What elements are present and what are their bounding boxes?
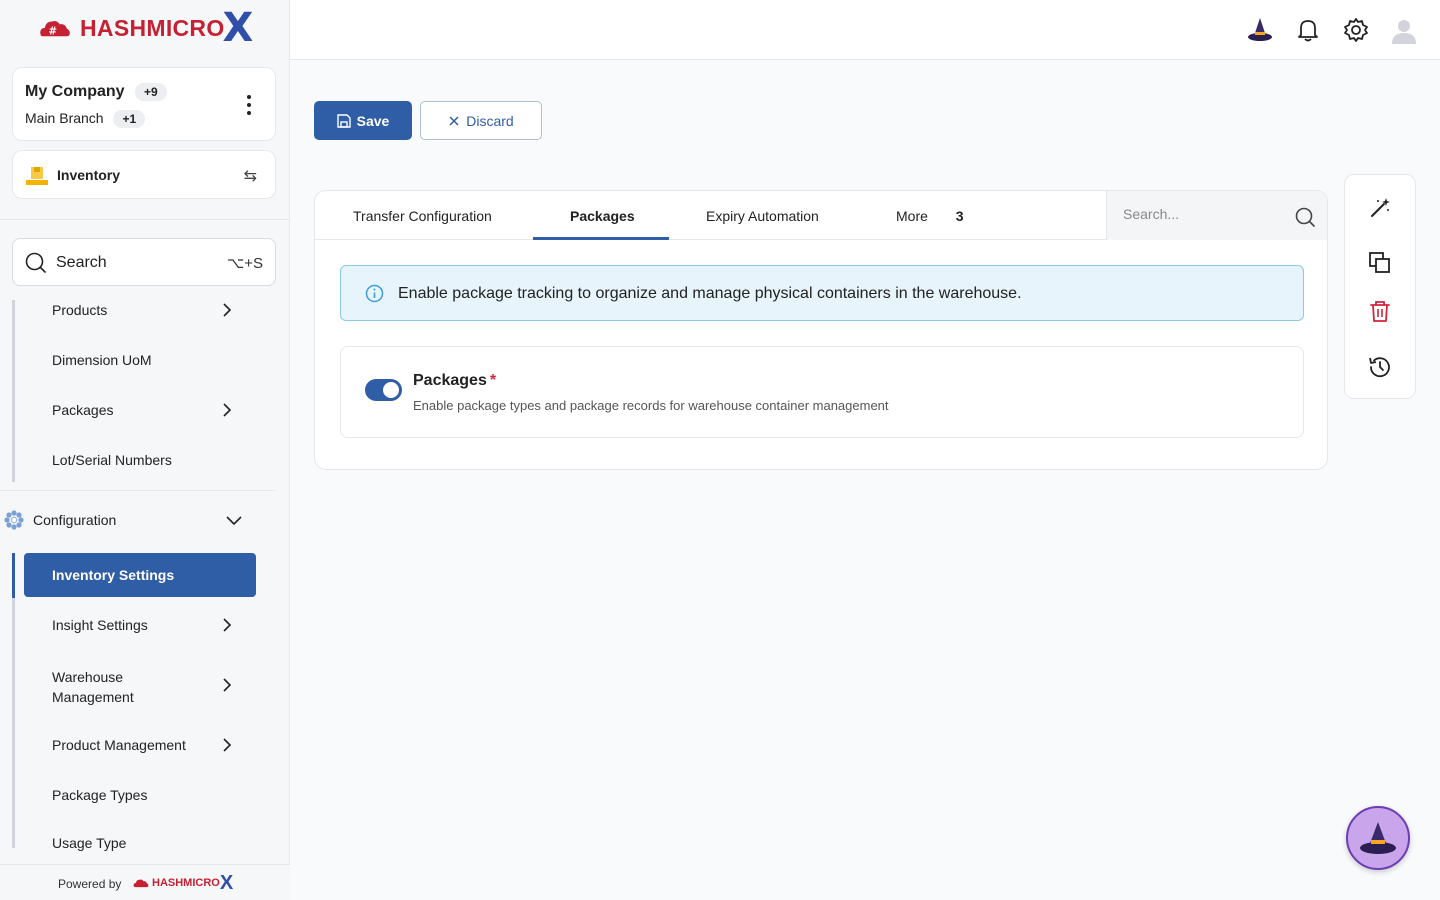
- tab-more-count: 3: [955, 208, 964, 224]
- tab-more[interactable]: More 3: [896, 208, 964, 224]
- info-banner-text: Enable package tracking to organize and …: [398, 285, 1022, 302]
- more-vertical-icon[interactable]: [247, 95, 251, 115]
- record-actions-rail: [1344, 174, 1416, 399]
- inventory-module-icon: [26, 167, 48, 185]
- tab-search-input[interactable]: [1123, 206, 1283, 222]
- module-label: Inventory: [57, 167, 121, 183]
- tab-expiry-automation[interactable]: Expiry Automation: [706, 208, 819, 224]
- warehouse-label-line1: Warehouse: [52, 669, 124, 685]
- sidebar-item-lot-serial[interactable]: Lot/Serial Numbers: [52, 452, 172, 468]
- settings-tabs: Transfer Configuration Packages Expiry A…: [315, 191, 1327, 240]
- swap-arrows-icon[interactable]: ⇆: [244, 166, 257, 186]
- wizard-hat-icon[interactable]: [1246, 16, 1274, 44]
- setting-title-row: Packages *: [413, 372, 496, 390]
- chevron-right-icon[interactable]: [220, 403, 234, 417]
- tab-packages[interactable]: Packages: [570, 208, 635, 224]
- magic-wand-icon[interactable]: [1367, 195, 1393, 221]
- bell-icon[interactable]: [1294, 16, 1322, 44]
- hashmicro-logo-icon: #: [40, 21, 70, 37]
- sidebar-search-label: Search: [56, 254, 107, 271]
- tab-search: [1106, 191, 1327, 240]
- nav-divider: [0, 490, 276, 491]
- setting-description: Enable package types and package records…: [413, 398, 889, 413]
- discard-button[interactable]: Discard: [420, 101, 542, 140]
- sidebar-item-package-types[interactable]: Package Types: [52, 787, 147, 803]
- discard-label: Discard: [466, 112, 514, 129]
- active-tab-indicator: [533, 237, 669, 240]
- sidebar-divider: [0, 219, 290, 220]
- chevron-right-icon[interactable]: [220, 678, 234, 692]
- company-name-row: My Company +9: [25, 83, 167, 101]
- brand-name: HASHMICRO: [80, 14, 225, 41]
- config-gear-icon: [4, 510, 24, 530]
- gear-icon[interactable]: [1342, 16, 1370, 44]
- company-count-badge: +9: [135, 83, 167, 101]
- company-name: My Company: [25, 83, 125, 101]
- chevron-right-icon[interactable]: [220, 303, 234, 317]
- close-icon: [449, 115, 459, 126]
- brand-x-mark: X: [222, 5, 254, 51]
- save-icon: [336, 113, 351, 128]
- tab-transfer-configuration[interactable]: Transfer Configuration: [353, 208, 492, 224]
- nav-rail-upper: [12, 300, 15, 482]
- search-icon: [25, 252, 46, 273]
- sidebar-item-warehouse-management[interactable]: Warehouse Management: [52, 667, 134, 707]
- ai-assistant-button[interactable]: [1346, 806, 1410, 870]
- setting-title: Packages: [413, 372, 487, 389]
- toggle-knob: [383, 382, 399, 398]
- required-mark: *: [489, 372, 497, 389]
- history-icon[interactable]: [1367, 354, 1393, 380]
- footer-brand-x: X: [219, 872, 234, 894]
- sidebar-item-insight-settings[interactable]: Insight Settings: [52, 617, 148, 633]
- sidebar-item-product-management[interactable]: Product Management: [52, 737, 186, 753]
- powered-by-footer: Powered by HASHMICRO X: [0, 864, 290, 900]
- packages-setting: Packages * Enable package types and packa…: [340, 346, 1304, 438]
- trash-icon[interactable]: [1367, 298, 1393, 324]
- info-icon: [365, 284, 384, 303]
- hashmicro-logo[interactable]: # HASHMICRO X: [38, 8, 253, 48]
- branch-count-badge: +1: [113, 110, 146, 129]
- sidebar-search[interactable]: Search ⌥+S: [12, 238, 276, 286]
- svg-text:#: #: [49, 26, 58, 37]
- branch-name: Main Branch: [25, 110, 104, 126]
- search-icon[interactable]: [1295, 207, 1315, 227]
- sidebar-item-usage-type[interactable]: Usage Type: [52, 835, 126, 851]
- packages-toggle[interactable]: [365, 379, 402, 401]
- info-banner: Enable package tracking to organize and …: [340, 265, 1304, 321]
- wizard-hat-icon: [1360, 822, 1396, 854]
- tab-more-label: More: [896, 208, 928, 224]
- warehouse-label-line2: Management: [52, 689, 134, 705]
- duplicate-icon[interactable]: [1367, 250, 1393, 276]
- chevron-down-icon[interactable]: [226, 514, 242, 528]
- footer-brand-logo: HASHMICRO X: [133, 873, 233, 893]
- powered-by-text: Powered by: [58, 877, 122, 891]
- sidebar-item-dimension-uom[interactable]: Dimension UoM: [52, 352, 152, 368]
- active-rail-indicator: [12, 553, 15, 598]
- settings-card: Transfer Configuration Packages Expiry A…: [314, 190, 1328, 470]
- footer-brand-icon: [133, 879, 149, 888]
- save-label: Save: [356, 112, 390, 129]
- sidebar-section-configuration[interactable]: Configuration: [4, 510, 116, 530]
- configuration-label: Configuration: [33, 512, 117, 528]
- sidebar-item-products[interactable]: Products: [52, 302, 107, 318]
- chevron-right-icon[interactable]: [220, 618, 234, 632]
- sidebar-item-packages[interactable]: Packages: [52, 402, 113, 418]
- user-avatar-icon[interactable]: [1390, 16, 1418, 44]
- branch-name-row: Main Branch +1: [25, 110, 146, 129]
- chevron-right-icon[interactable]: [220, 738, 234, 752]
- inventory-settings-label: Inventory Settings: [52, 567, 175, 583]
- top-bar: [290, 0, 1440, 60]
- company-switcher[interactable]: My Company +9 Main Branch +1: [12, 67, 276, 141]
- search-shortcut: ⌥+S: [226, 255, 263, 272]
- footer-brand-name: HASHMICRO: [152, 877, 220, 889]
- sidebar-item-inventory-settings[interactable]: Inventory Settings: [24, 553, 256, 597]
- sidebar: # HASHMICRO X My Company +9 Main Branch …: [0, 0, 290, 900]
- save-button[interactable]: Save: [314, 101, 412, 140]
- module-switcher[interactable]: Inventory ⇆: [12, 150, 276, 199]
